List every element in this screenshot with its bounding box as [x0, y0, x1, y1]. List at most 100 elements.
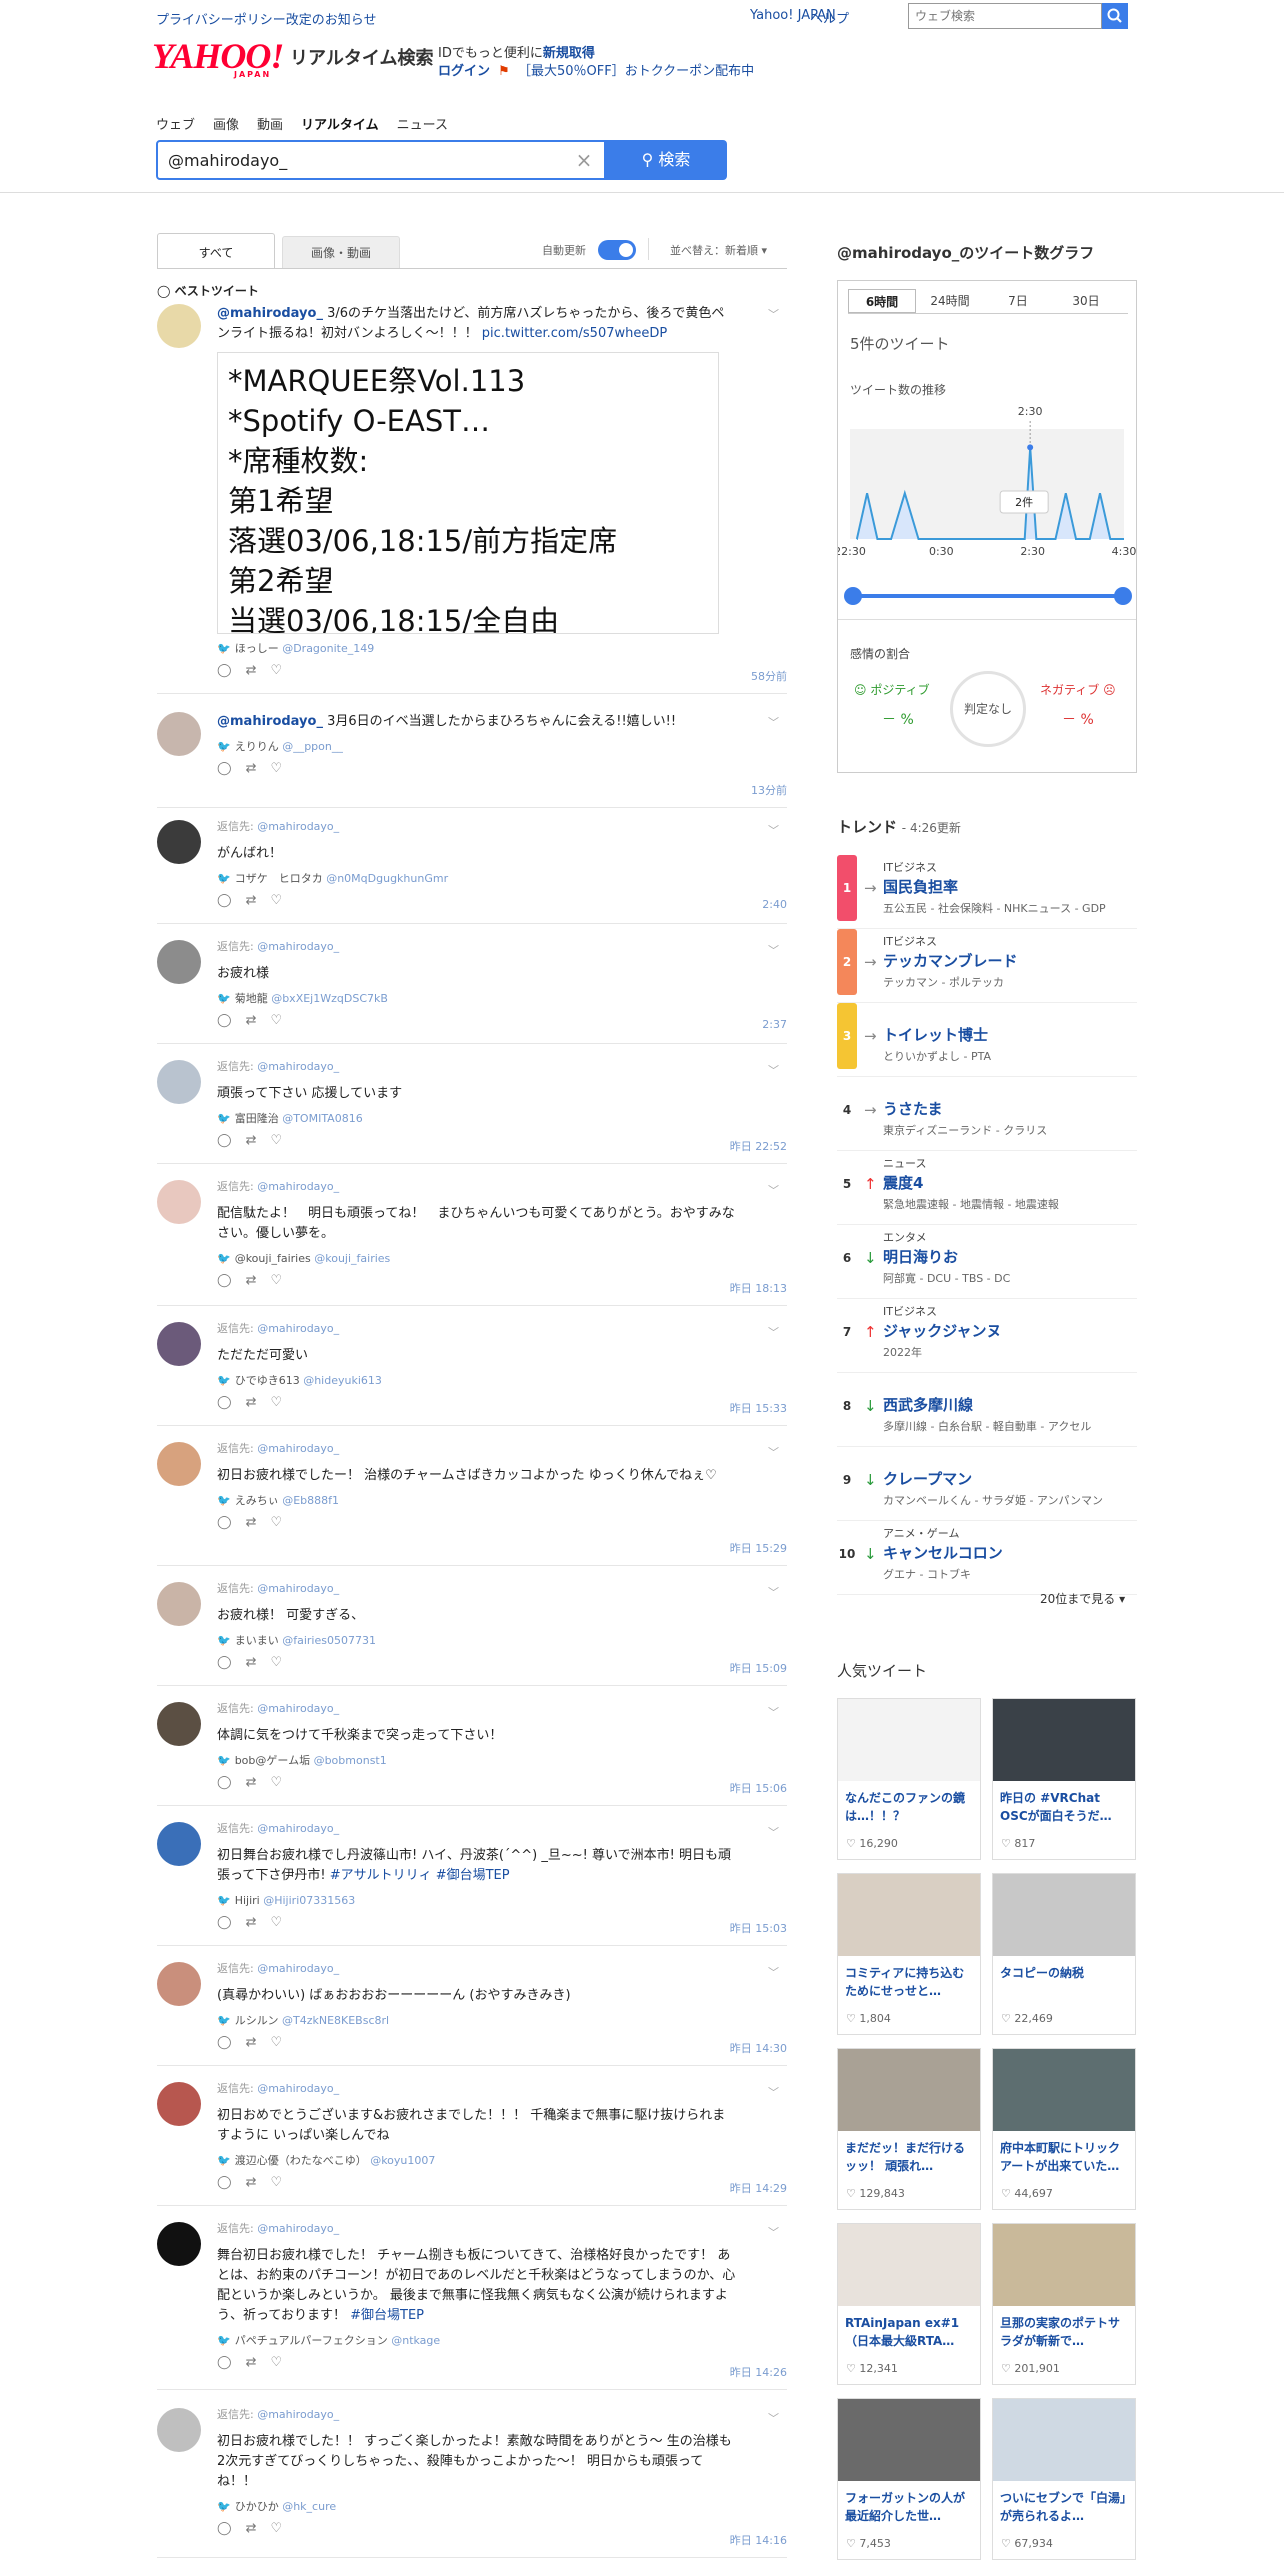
author-handle[interactable]: @Eb888f1	[282, 1494, 339, 1507]
range-30d[interactable]: 30日	[1052, 289, 1120, 313]
author-handle[interactable]: @bxXEj1WzqDSC7kB	[271, 992, 388, 1005]
peak-point[interactable]	[1027, 444, 1034, 451]
like-icon[interactable]: ♡	[270, 1775, 296, 1790]
avatar[interactable]	[157, 712, 201, 756]
retweet-icon[interactable]: ⇄	[246, 761, 271, 776]
reply-user-link[interactable]: @mahirodayo_	[257, 1822, 339, 1835]
author-handle[interactable]: @n0MqDgugkhunGmr	[326, 872, 448, 885]
chevron-down-icon[interactable]: ﹀	[768, 1444, 779, 1460]
hashtag-link[interactable]: #アサルトリリィ #御台場TEP	[330, 1868, 510, 1883]
tweet-time[interactable]: 昨日 18:13	[730, 1280, 787, 1296]
login-link[interactable]: ログイン	[438, 64, 490, 79]
author-name[interactable]: Hijiri	[235, 1894, 260, 1907]
nav-realtime[interactable]: リアルタイム	[301, 114, 379, 133]
retweet-icon[interactable]: ⇄	[246, 663, 271, 678]
avatar[interactable]	[157, 940, 201, 984]
chevron-down-icon[interactable]: ﹀	[768, 2224, 779, 2240]
popular-caption[interactable]: コミティアに持ち込むためにせっせと…	[845, 1964, 975, 2000]
trend-keyword[interactable]: ジャックジャンヌ	[883, 1320, 1002, 1341]
hashtag-link[interactable]: #御台場TEP	[350, 2308, 424, 2323]
like-icon[interactable]: ♡	[270, 2175, 296, 2190]
time-range-slider[interactable]	[844, 587, 1132, 605]
author-name[interactable]: 菊地龍	[235, 992, 268, 1005]
trend-item[interactable]: 1 → ITビジネス 国民負担率 五公五民 - 社会保険料 - NHKニュース - GD…	[837, 855, 1137, 929]
tweet-time[interactable]: 13分前	[751, 782, 787, 798]
author-handle[interactable]: @Hijiri07331563	[263, 1894, 355, 1907]
reply-user-link[interactable]: @mahirodayo_	[257, 1442, 339, 1455]
reply-icon[interactable]: ◯	[217, 893, 246, 908]
coupon-link[interactable]: おトククーポン配布中	[625, 64, 754, 79]
retweet-icon[interactable]: ⇄	[246, 2175, 271, 2190]
avatar[interactable]	[157, 1322, 201, 1366]
like-icon[interactable]: ♡	[270, 2035, 296, 2050]
popular-card[interactable]: RTAinJapan ex#1（日本最大級RTA… ♡ 12,341	[837, 2223, 981, 2385]
tweet-time[interactable]: 昨日 14:30	[730, 2040, 787, 2056]
popular-thumbnail[interactable]	[993, 2224, 1135, 2306]
avatar[interactable]	[157, 1962, 201, 2006]
retweet-icon[interactable]: ⇄	[246, 1395, 271, 1410]
avatar[interactable]	[157, 1442, 201, 1486]
trend-item[interactable]: 9 ↓ クレープマン カマンベールくん - サラダ姫 - アンパンマン	[837, 1447, 1137, 1521]
tweet-time[interactable]: 昨日 15:06	[730, 1780, 787, 1796]
reply-icon[interactable]: ◯	[217, 761, 246, 776]
avatar[interactable]	[157, 1180, 201, 1224]
retweet-icon[interactable]: ⇄	[246, 1655, 271, 1670]
retweet-icon[interactable]: ⇄	[246, 1133, 271, 1148]
retweet-icon[interactable]: ⇄	[246, 1515, 271, 1530]
reply-icon[interactable]: ◯	[217, 1133, 246, 1148]
popular-caption[interactable]: タコピーの納税	[1000, 1964, 1130, 2000]
reply-icon[interactable]: ◯	[217, 1395, 246, 1410]
web-search-input[interactable]	[908, 3, 1102, 29]
register-link[interactable]: 新規取得	[543, 46, 595, 61]
popular-thumbnail[interactable]	[838, 2049, 980, 2131]
reply-user-link[interactable]: @mahirodayo_	[257, 1702, 339, 1715]
trend-item[interactable]: 2 → ITビジネス テッカマンブレード テッカマン - ポルテッカ	[837, 929, 1137, 1003]
web-search-button[interactable]	[1102, 3, 1128, 29]
like-icon[interactable]: ♡	[270, 1273, 296, 1288]
popular-thumbnail[interactable]	[838, 2224, 980, 2306]
author-name[interactable]: えみちぃ	[235, 1494, 279, 1507]
trend-item[interactable]: 7 ↑ ITビジネス ジャックジャンヌ 2022年	[837, 1299, 1137, 1373]
trend-item[interactable]: 6 ↓ エンタメ 明日海りお 阿部寛 - DCU - TBS - DC	[837, 1225, 1137, 1299]
tab-media[interactable]: 画像・動画	[282, 236, 400, 268]
author-handle[interactable]: @__ppon__	[282, 740, 343, 753]
author-handle[interactable]: @hk_cure	[282, 2500, 336, 2513]
range-24h[interactable]: 24時間	[916, 289, 984, 313]
help-link[interactable]: ヘルプ	[810, 8, 849, 27]
popular-caption[interactable]: RTAinJapan ex#1（日本最大級RTA…	[845, 2314, 975, 2350]
chevron-down-icon[interactable]: ﹀	[768, 2410, 779, 2426]
author-handle[interactable]: @hideyuki613	[303, 1374, 382, 1387]
reply-user-link[interactable]: @mahirodayo_	[257, 2082, 339, 2095]
popular-card[interactable]: なんだこのファンの鏡は…！！？ ♡ 16,290	[837, 1698, 981, 1860]
avatar[interactable]	[157, 2408, 201, 2452]
popular-thumbnail[interactable]	[993, 1699, 1135, 1781]
popular-caption[interactable]: なんだこのファンの鏡は…！！？	[845, 1789, 975, 1825]
trend-keyword[interactable]: キャンセルコロン	[883, 1542, 1003, 1563]
popular-thumbnail[interactable]	[993, 2399, 1135, 2481]
trend-keyword[interactable]: 西武多摩川線	[883, 1394, 973, 1415]
yahoo-logo[interactable]: YAHOO! JAPAN	[152, 38, 288, 79]
reply-icon[interactable]: ◯	[217, 2521, 246, 2536]
chevron-down-icon[interactable]: ﹀	[768, 2084, 779, 2100]
popular-caption[interactable]: 府中本町駅にトリックアートが出来ていた…	[1000, 2139, 1130, 2175]
author-handle[interactable]: @fairies0507731	[282, 1634, 376, 1647]
chevron-down-icon[interactable]: ﹀	[768, 1824, 779, 1840]
like-icon[interactable]: ♡	[270, 1915, 296, 1930]
retweet-icon[interactable]: ⇄	[246, 1273, 271, 1288]
tweet-time[interactable]: 2:37	[762, 1018, 787, 1031]
trend-item[interactable]: 5 ↑ ニュース 震度4 緊急地震速報 - 地震情報 - 地震速報	[837, 1151, 1137, 1225]
chevron-down-icon[interactable]: ﹀	[768, 942, 779, 958]
tweet-user-link[interactable]: @mahirodayo_	[217, 306, 323, 321]
author-name[interactable]: えりりん	[235, 740, 279, 753]
popular-card[interactable]: 昨日の #VRChat OSCが面白そうだ… ♡ 817	[992, 1698, 1136, 1860]
popular-caption[interactable]: フォーガットンの人が最近紹介した世…	[845, 2489, 975, 2525]
popular-caption[interactable]: 昨日の #VRChat OSCが面白そうだ…	[1000, 1789, 1130, 1825]
avatar[interactable]	[157, 1822, 201, 1866]
range-7d[interactable]: 7日	[984, 289, 1052, 313]
nav-images[interactable]: 画像	[213, 114, 239, 133]
retweet-icon[interactable]: ⇄	[246, 1915, 271, 1930]
reply-icon[interactable]: ◯	[217, 1515, 246, 1530]
popular-card[interactable]: ついにセブンで「白湯」が売られるよ… ♡ 67,934	[992, 2398, 1136, 2560]
popular-caption[interactable]: 旦那の実家のポテトサラダが斬新で…	[1000, 2314, 1130, 2350]
chevron-down-icon[interactable]: ﹀	[768, 822, 779, 838]
